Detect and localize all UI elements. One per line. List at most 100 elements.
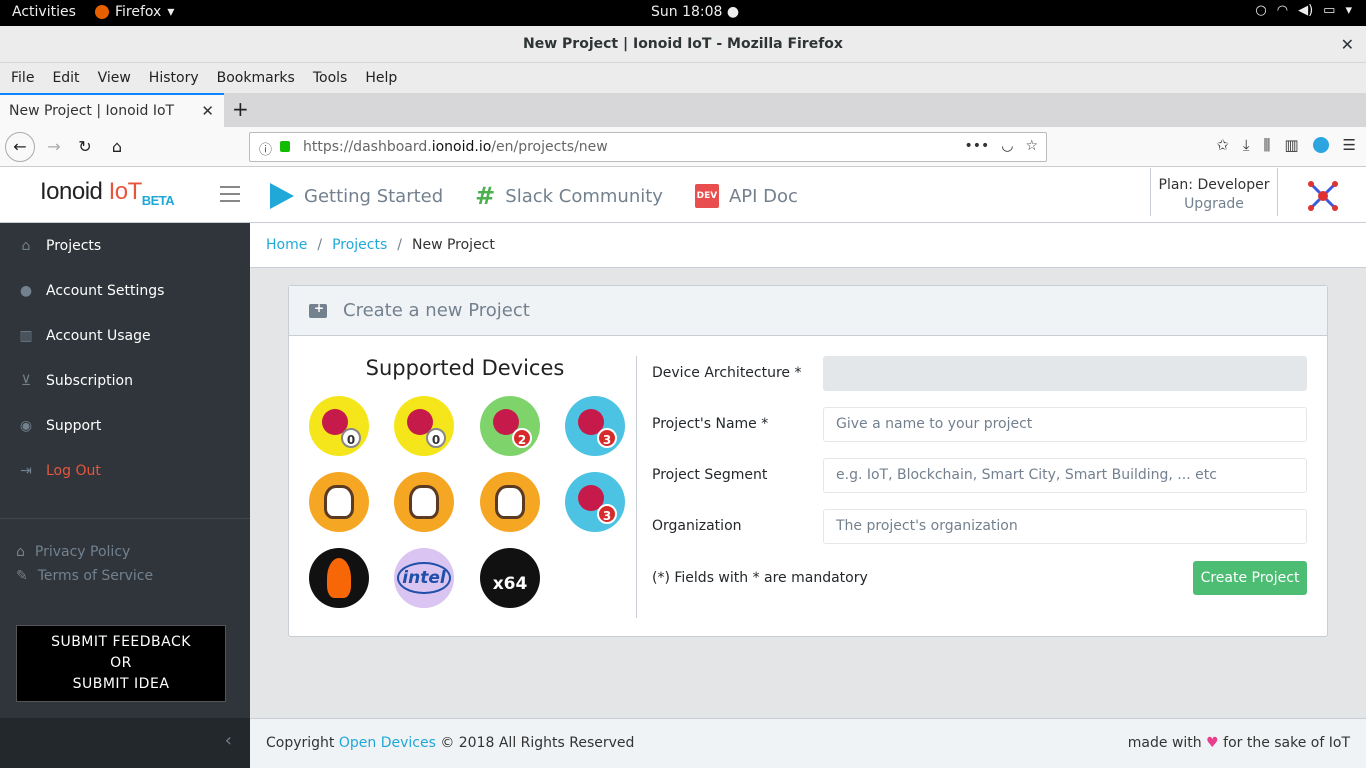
clock[interactable]: Sun 18:08 ●	[651, 4, 739, 20]
sidebar-item-account-usage[interactable]: ▥ Account Usage	[0, 313, 250, 358]
reload-button[interactable]: ↻	[73, 135, 97, 159]
home-button[interactable]: ⌂	[105, 135, 129, 159]
create-project-form: Device Architecture * Project's Name * G…	[652, 356, 1308, 595]
intel-icon[interactable]: intel	[394, 548, 454, 608]
url-bar[interactable]: ⓘ https://dashboard.ionoid.io/en/project…	[249, 132, 1047, 162]
menu-tools[interactable]: Tools	[304, 63, 357, 93]
submit-feedback-button[interactable]: SUBMIT FEEDBACK OR SUBMIT IDEA	[16, 625, 226, 702]
device-architecture-field[interactable]	[823, 356, 1307, 391]
menu-icon[interactable]: ☰	[1343, 136, 1356, 154]
org-row: Organization The project's organization	[652, 509, 1308, 560]
beaglebone-black-icon[interactable]	[309, 472, 369, 532]
bookmark-star-icon[interactable]: ☆	[1025, 138, 1038, 154]
card-header: Create a new Project	[289, 286, 1327, 336]
app-header: Ionoid IoTBETA Getting Started # Slack C…	[0, 168, 1366, 223]
sidebar-item-support[interactable]: ◉ Support	[0, 403, 250, 448]
lock-icon	[280, 141, 290, 152]
tab-title: New Project | Ionoid IoT	[9, 103, 175, 119]
segment-row: Project Segment e.g. IoT, Blockchain, Sm…	[652, 458, 1308, 509]
menu-bar: File Edit View History Bookmarks Tools H…	[0, 63, 1366, 93]
sidebar-item-logout[interactable]: ⇥ Log Out	[0, 448, 250, 493]
segment-label: Project Segment	[652, 467, 768, 483]
forward-button[interactable]: →	[42, 135, 66, 159]
project-segment-input[interactable]: e.g. IoT, Blockchain, Smart City, Smart …	[823, 458, 1307, 493]
linux-arm-icon[interactable]	[309, 548, 369, 608]
made-with: made with ♥ for the sake of IoT	[1127, 735, 1350, 751]
organization-input[interactable]: The project's organization	[823, 509, 1307, 544]
library-icon[interactable]: ⫼	[1263, 136, 1270, 154]
url-actions: ••• ◡ ☆	[964, 138, 1038, 154]
wifi-icon: ◠	[1276, 3, 1289, 18]
window-titlebar: New Project | Ionoid IoT - Mozilla Firef…	[0, 26, 1366, 63]
bank-icon: ⌂	[16, 544, 25, 560]
system-tray[interactable]: ○ ◠ ◀) ▭ ▾	[1255, 3, 1352, 18]
download-icon[interactable]: ⤓	[1243, 136, 1250, 154]
slack-icon: #	[475, 182, 496, 210]
menu-file[interactable]: File	[2, 63, 43, 93]
menu-edit[interactable]: Edit	[43, 63, 88, 93]
breadcrumb: Home / Projects / New Project	[250, 223, 1366, 268]
back-button[interactable]: ←	[5, 132, 35, 162]
navigation-toolbar: ← → ↻ ⌂ ⓘ https://dashboard.ionoid.io/en…	[0, 127, 1366, 167]
telegram-icon[interactable]	[1312, 137, 1329, 153]
plan-box: Plan: Developer Upgrade	[1150, 168, 1278, 216]
raspberry-pi-3b-icon[interactable]: 3	[565, 472, 625, 532]
account-avatar[interactable]	[1305, 178, 1341, 214]
close-tab-icon[interactable]: ✕	[201, 102, 214, 120]
menu-help[interactable]: Help	[356, 63, 406, 93]
menu-history[interactable]: History	[140, 63, 208, 93]
brand-logo[interactable]: Ionoid IoTBETA	[40, 178, 175, 208]
activities-button[interactable]: Activities	[12, 4, 76, 20]
sidebar-item-account-settings[interactable]: ● Account Settings	[0, 268, 250, 313]
play-icon	[270, 183, 294, 209]
linux-x64-icon[interactable]: x64	[480, 548, 540, 608]
nav-slack-community[interactable]: # Slack Community	[475, 182, 663, 210]
toolbar-right: ✩ ⤓ ⫼ ▥ ☰	[1216, 136, 1356, 154]
terms-link[interactable]: ✎ Terms of Service	[16, 568, 153, 584]
breadcrumb-home[interactable]: Home	[266, 237, 307, 253]
create-project-button[interactable]: Create Project	[1193, 561, 1307, 595]
menu-view[interactable]: View	[89, 63, 140, 93]
upgrade-link[interactable]: Upgrade	[1151, 196, 1277, 212]
user-icon: ●	[19, 282, 33, 299]
sidebar-item-projects[interactable]: ⌂ Projects	[0, 223, 250, 268]
circle-icon: ○	[1255, 3, 1267, 18]
beaglebone-icon[interactable]	[394, 472, 454, 532]
breadcrumb-current: New Project	[411, 237, 495, 253]
org-label: Organization	[652, 518, 742, 534]
sidebar-toggle-icon[interactable]	[220, 186, 240, 207]
breadcrumb-projects[interactable]: Projects	[332, 237, 387, 253]
close-window-button[interactable]: ✕	[1341, 26, 1354, 63]
cart-icon: ⊻	[20, 372, 32, 389]
new-tab-button[interactable]: +	[232, 97, 249, 121]
raspberry-pi-zero-w-icon[interactable]: 0	[394, 396, 454, 456]
chart-icon: ▥	[19, 327, 33, 344]
folder-plus-icon	[309, 301, 327, 318]
raspberry-pi-zero-icon[interactable]: 0	[309, 396, 369, 456]
devices-title: Supported Devices	[365, 356, 565, 380]
open-devices-link[interactable]: Open Devices	[339, 735, 436, 751]
beaglebone-wireless-icon[interactable]	[480, 472, 540, 532]
pocket-icon[interactable]: ◡	[1001, 138, 1013, 154]
raspberry-pi-2-icon[interactable]: 2	[480, 396, 540, 456]
nav-getting-started[interactable]: Getting Started	[270, 183, 443, 209]
copyright: Copyright Open Devices © 2018 All Rights…	[266, 735, 635, 751]
menu-bookmarks[interactable]: Bookmarks	[208, 63, 304, 93]
page-footer: Copyright Open Devices © 2018 All Rights…	[250, 718, 1366, 768]
collapse-sidebar-icon[interactable]: ‹	[225, 730, 232, 751]
url-text[interactable]: https://dashboard.ionoid.io/en/projects/…	[303, 139, 608, 155]
privacy-policy-link[interactable]: ⌂ Privacy Policy	[16, 544, 130, 560]
info-icon[interactable]: ⓘ	[259, 139, 272, 158]
nav-api-doc[interactable]: DEV API Doc	[694, 184, 798, 208]
bookmarks-star-icon[interactable]: ✩	[1216, 136, 1229, 154]
page-actions-icon[interactable]: •••	[964, 138, 989, 154]
raspberry-pi-3-icon[interactable]: 3	[565, 396, 625, 456]
project-name-input[interactable]: Give a name to your project	[823, 407, 1307, 442]
sidebar-icon[interactable]: ▥	[1284, 136, 1298, 154]
app-menu[interactable]: Firefox ▾	[95, 4, 174, 20]
sidebar-item-subscription[interactable]: ⊻ Subscription	[0, 358, 250, 403]
sidebar: ⌂ Projects ● Account Settings ▥ Account …	[0, 223, 250, 768]
chevron-down-icon: ▾	[1345, 3, 1352, 18]
tab-new-project[interactable]: New Project | Ionoid IoT ✕	[0, 93, 224, 127]
tab-bar: New Project | Ionoid IoT ✕ +	[0, 93, 1366, 127]
